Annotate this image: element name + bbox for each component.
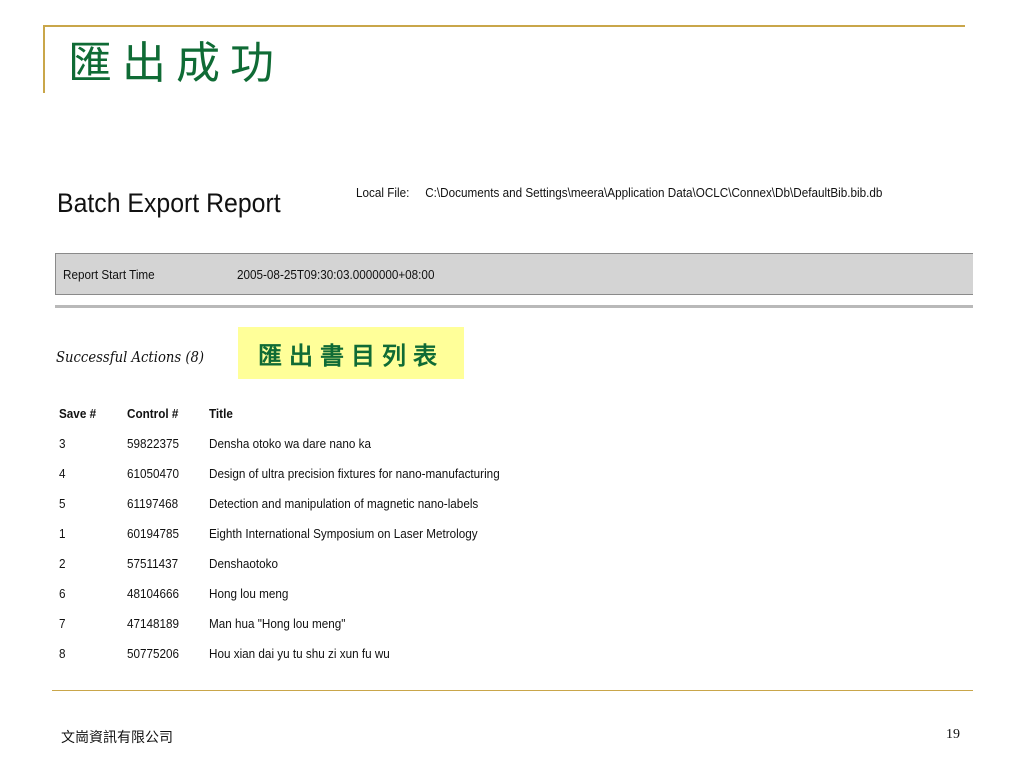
cell-title: Hong lou meng xyxy=(209,585,289,601)
report-start-bar: Report Start Time 2005-08-25T09:30:03.00… xyxy=(55,253,973,295)
cell-control: 47148189 xyxy=(127,615,180,631)
cell-save: 5 xyxy=(59,495,66,511)
footer-company: 文崗資訊有限公司 xyxy=(61,730,173,746)
table-row: 5 61197468 Detection and manipulation of… xyxy=(55,488,532,518)
cell-title: Densha otoko wa dare nano ka xyxy=(209,435,371,451)
cell-title: Design of ultra precision fixtures for n… xyxy=(209,465,500,481)
table-row: 1 60194785 Eighth International Symposiu… xyxy=(55,518,532,548)
bottom-accent-rule xyxy=(52,690,973,691)
cell-save: 3 xyxy=(59,435,66,451)
header-save: Save # xyxy=(59,405,97,421)
cell-title: Man hua "Hong lou meng" xyxy=(209,615,346,631)
cell-title: Eighth International Symposium on Laser … xyxy=(209,525,478,541)
export-list-callout: 匯出書目列表 xyxy=(238,327,464,379)
report-heading: Batch Export Report xyxy=(57,188,281,218)
table-header-row: Save # Control # Title xyxy=(55,398,532,428)
successful-actions-heading: Successful Actions (8) xyxy=(56,348,205,366)
cell-save: 6 xyxy=(59,585,66,601)
start-bar-divider xyxy=(55,305,973,308)
cell-control: 50775206 xyxy=(127,645,180,661)
cell-save: 2 xyxy=(59,555,66,571)
cell-title: Detection and manipulation of magnetic n… xyxy=(209,495,479,511)
start-time-label: Report Start Time xyxy=(63,267,155,282)
table-row: 2 57511437 Denshaotoko xyxy=(55,548,532,578)
cell-control: 60194785 xyxy=(127,525,180,541)
table-row: 3 59822375 Densha otoko wa dare nano ka xyxy=(55,428,532,458)
table-row: 8 50775206 Hou xian dai yu tu shu zi xun… xyxy=(55,638,532,668)
cell-control: 48104666 xyxy=(127,585,180,601)
start-time-value: 2005-08-25T09:30:03.0000000+08:00 xyxy=(237,267,435,282)
successful-actions-table: Save # Control # Title 3 59822375 Densha… xyxy=(55,398,532,668)
cell-control: 61050470 xyxy=(127,465,180,481)
local-file-path: C:\Documents and Settings\meera\Applicat… xyxy=(425,185,883,200)
table-row: 4 61050470 Design of ultra precision fix… xyxy=(55,458,532,488)
top-accent-rule xyxy=(43,25,965,27)
slide-title: 匯出成功 xyxy=(68,38,284,89)
export-list-callout-label: 匯出書目列表 xyxy=(258,340,444,370)
local-file-label: Local File: xyxy=(356,185,410,200)
cell-save: 7 xyxy=(59,615,66,631)
page-number: 19 xyxy=(946,727,960,742)
cell-control: 59822375 xyxy=(127,435,180,451)
cell-save: 4 xyxy=(59,465,66,481)
local-file-info: Local File: C:\Documents and Settings\me… xyxy=(356,185,882,200)
header-control: Control # xyxy=(127,405,179,421)
cell-control: 61197468 xyxy=(127,495,179,511)
cell-title: Denshaotoko xyxy=(209,555,278,571)
cell-control: 57511437 xyxy=(127,555,179,571)
left-accent-rule xyxy=(43,25,45,93)
cell-title: Hou xian dai yu tu shu zi xun fu wu xyxy=(209,645,390,661)
header-title: Title xyxy=(209,405,233,421)
table-row: 7 47148189 Man hua "Hong lou meng" xyxy=(55,608,532,638)
cell-save: 8 xyxy=(59,645,66,661)
table-row: 6 48104666 Hong lou meng xyxy=(55,578,532,608)
cell-save: 1 xyxy=(59,525,66,541)
